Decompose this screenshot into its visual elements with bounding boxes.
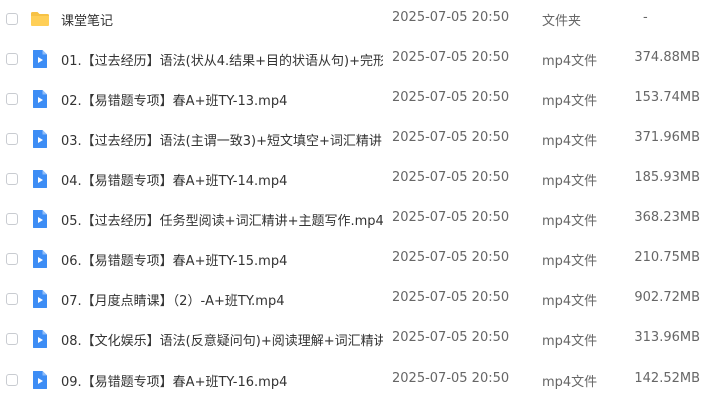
file-type: mp4文件 xyxy=(542,134,598,149)
file-name[interactable]: 08.【文化娱乐】语法(反意疑问句)+阅读理解+词汇精讲.... xyxy=(61,330,383,349)
video-file-icon xyxy=(30,329,50,349)
video-file-icon xyxy=(30,169,50,189)
row-checkbox[interactable] xyxy=(6,374,18,386)
modified-date: 2025-07-05 20:50 xyxy=(392,50,510,65)
file-name[interactable]: 04.【易错题专项】春A+班TY-14.mp4 xyxy=(61,170,383,189)
file-type: mp4文件 xyxy=(542,375,598,390)
row-checkbox[interactable] xyxy=(6,13,18,25)
file-row[interactable]: 01.【过去经历】语法(状从4.结果+目的状语从句)+完形填... 2025-07… xyxy=(0,40,708,80)
file-type: 文件夹 xyxy=(542,14,582,29)
file-name[interactable]: 03.【过去经历】语法(主谓一致3)+短文填空+词汇精讲.m... xyxy=(61,130,383,149)
video-file-icon xyxy=(30,129,50,149)
file-row[interactable]: 09.【易错题专项】春A+班TY-16.mp4 2025-07-05 20:50 m… xyxy=(0,361,708,401)
file-name[interactable]: 01.【过去经历】语法(状从4.结果+目的状语从句)+完形填... xyxy=(61,50,383,69)
file-type: mp4文件 xyxy=(542,294,598,309)
file-list: 课堂笔记 2025-07-05 20:50 文件夹 - 01.【过去经历】语法(状从4.… xyxy=(0,0,708,390)
file-size: 142.52MB xyxy=(634,371,700,386)
file-type: mp4文件 xyxy=(542,254,598,269)
file-row[interactable]: 06.【易错题专项】春A+班TY-15.mp4 2025-07-05 20:50 m… xyxy=(0,240,708,280)
modified-date: 2025-07-05 20:50 xyxy=(392,90,510,105)
folder-icon xyxy=(30,9,50,29)
modified-date: 2025-07-05 20:50 xyxy=(392,290,510,305)
modified-date: 2025-07-05 20:50 xyxy=(392,10,510,25)
row-checkbox[interactable] xyxy=(6,93,18,105)
file-size: 210.75MB xyxy=(634,250,700,265)
file-size: 374.88MB xyxy=(634,50,700,65)
row-checkbox[interactable] xyxy=(6,333,18,345)
row-checkbox[interactable] xyxy=(6,173,18,185)
row-checkbox[interactable] xyxy=(6,293,18,305)
modified-date: 2025-07-05 20:50 xyxy=(392,170,510,185)
file-size: 371.96MB xyxy=(634,130,700,145)
file-type: mp4文件 xyxy=(542,334,598,349)
file-row[interactable]: 03.【过去经历】语法(主谓一致3)+短文填空+词汇精讲.m... 2025-07… xyxy=(0,120,708,160)
file-size: 153.74MB xyxy=(634,90,700,105)
video-file-icon xyxy=(30,249,50,269)
file-row[interactable]: 04.【易错题专项】春A+班TY-14.mp4 2025-07-05 20:50 m… xyxy=(0,160,708,200)
file-type: mp4文件 xyxy=(542,174,598,189)
row-checkbox[interactable] xyxy=(6,213,18,225)
video-file-icon xyxy=(30,209,50,229)
video-file-icon xyxy=(30,89,50,109)
row-checkbox[interactable] xyxy=(6,53,18,65)
file-size: 368.23MB xyxy=(634,210,700,225)
file-row[interactable]: 07.【月度点睛课】（2）-A+班TY.mp4 2025-07-05 20:50 m… xyxy=(0,280,708,320)
file-type: mp4文件 xyxy=(542,214,598,229)
video-file-icon xyxy=(30,49,50,69)
file-type: mp4文件 xyxy=(542,94,598,109)
file-size: 902.72MB xyxy=(634,290,700,305)
file-name[interactable]: 02.【易错题专项】春A+班TY-13.mp4 xyxy=(61,90,383,109)
row-checkbox[interactable] xyxy=(6,253,18,265)
video-file-icon xyxy=(30,289,50,309)
modified-date: 2025-07-05 20:50 xyxy=(392,330,510,345)
folder-row[interactable]: 课堂笔记 2025-07-05 20:50 文件夹 - xyxy=(0,0,708,40)
modified-date: 2025-07-05 20:50 xyxy=(392,130,510,145)
modified-date: 2025-07-05 20:50 xyxy=(392,250,510,265)
file-name[interactable]: 09.【易错题专项】春A+班TY-16.mp4 xyxy=(61,371,383,390)
folder-name[interactable]: 课堂笔记 xyxy=(61,10,383,29)
file-row[interactable]: 02.【易错题专项】春A+班TY-13.mp4 2025-07-05 20:50 m… xyxy=(0,80,708,120)
modified-date: 2025-07-05 20:50 xyxy=(392,371,510,386)
file-size: 313.96MB xyxy=(634,330,700,345)
file-row[interactable]: 08.【文化娱乐】语法(反意疑问句)+阅读理解+词汇精讲.... 2025-07-… xyxy=(0,320,708,360)
file-name[interactable]: 07.【月度点睛课】（2）-A+班TY.mp4 xyxy=(61,290,383,309)
video-file-icon xyxy=(30,370,50,390)
file-type: mp4文件 xyxy=(542,54,598,69)
modified-date: 2025-07-05 20:50 xyxy=(392,210,510,225)
file-size: 185.93MB xyxy=(634,170,700,185)
row-checkbox[interactable] xyxy=(6,133,18,145)
file-size: - xyxy=(643,10,648,25)
file-name[interactable]: 05.【过去经历】任务型阅读+词汇精讲+主题写作.mp4 xyxy=(61,210,383,229)
file-row[interactable]: 05.【过去经历】任务型阅读+词汇精讲+主题写作.mp4 2025-07-05 2… xyxy=(0,200,708,240)
file-name[interactable]: 06.【易错题专项】春A+班TY-15.mp4 xyxy=(61,250,383,269)
